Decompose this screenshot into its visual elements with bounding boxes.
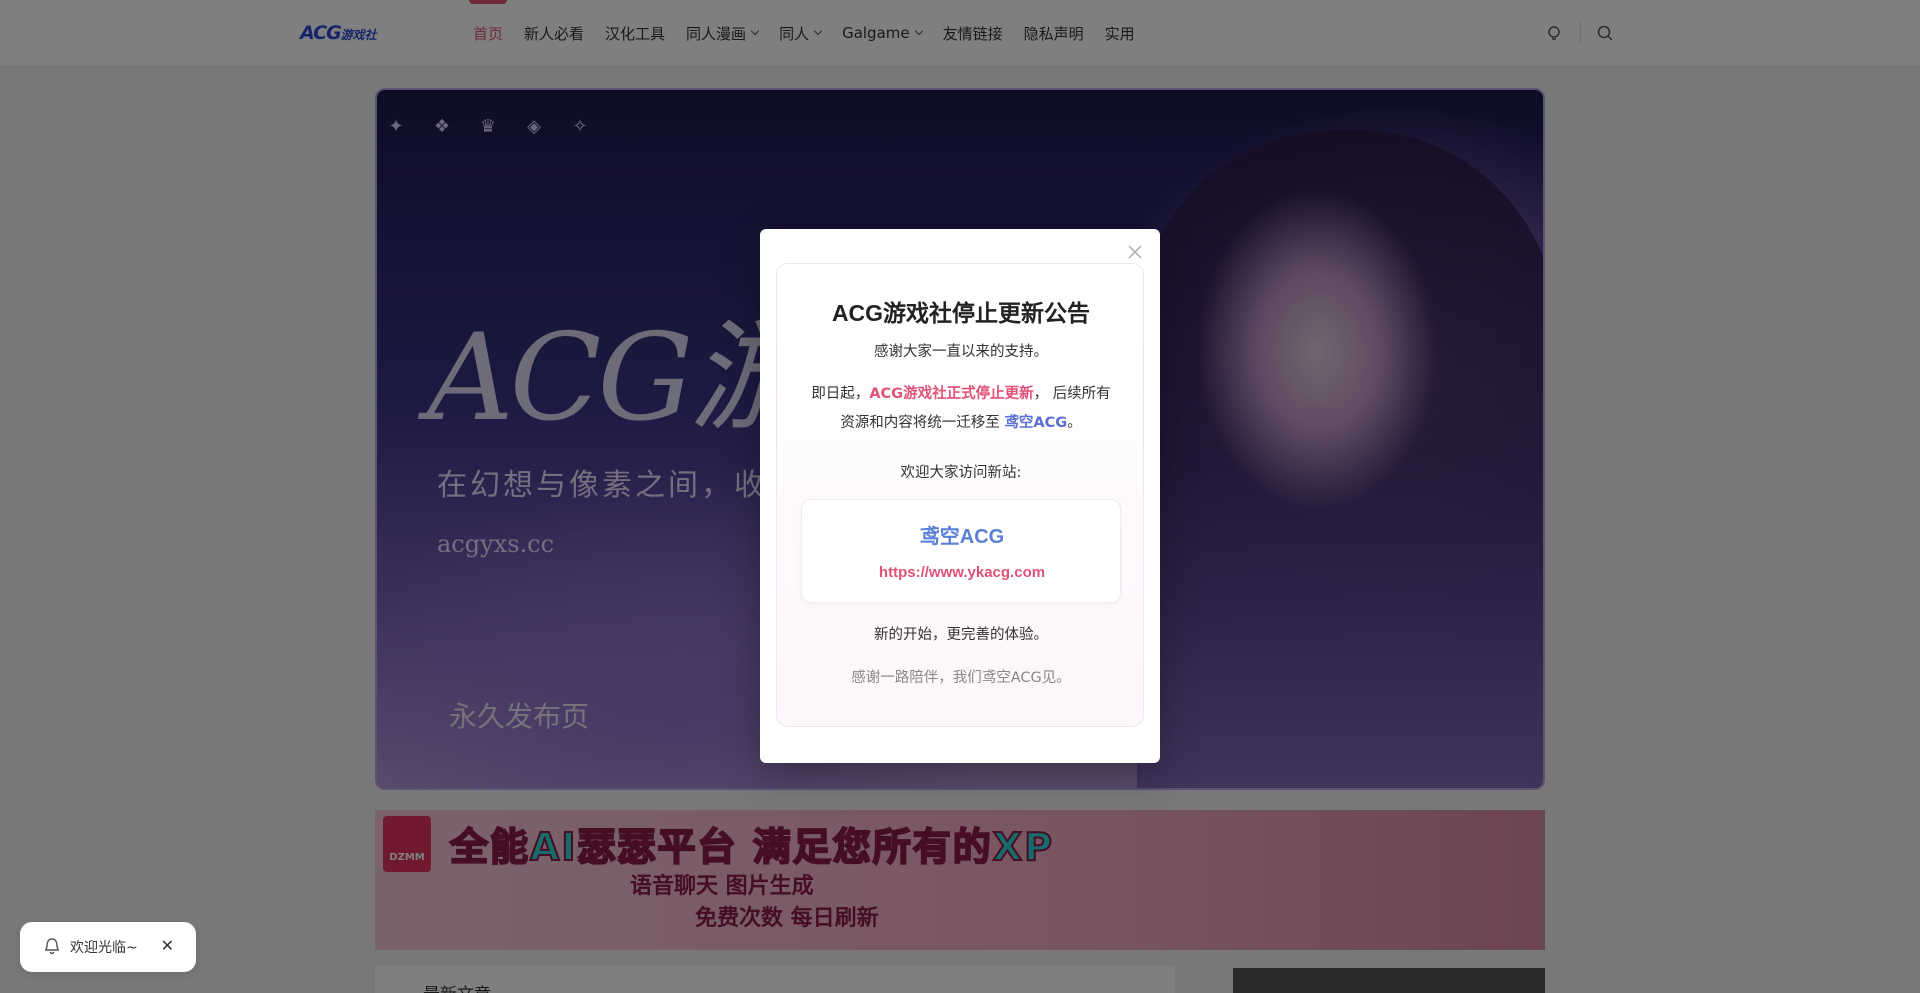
toast-close-button[interactable]: ✕ bbox=[161, 936, 174, 955]
bell-icon bbox=[45, 938, 59, 955]
new-start-text: 新的开始，更完善的体验。 bbox=[874, 627, 1048, 643]
new-site-url-link[interactable]: https://www.ykacg.com bbox=[802, 564, 1122, 581]
notice-line2-prefix: 资源和内容将统一迁移至 bbox=[840, 415, 1005, 431]
announcement-card: ACG游戏社停止更新公告 感谢大家一直以来的支持。 即日起，ACG游戏社正式停止… bbox=[776, 263, 1144, 727]
notice-line2-suffix: 。 bbox=[1067, 415, 1082, 431]
announcement-title: ACG游戏社停止更新公告 bbox=[831, 300, 1091, 326]
notice-suffix: ， 后续所有 bbox=[1033, 386, 1111, 402]
welcome-toast: 欢迎光临~ ✕ bbox=[20, 922, 196, 972]
notice-highlight: ACG游戏社正式停止更新 bbox=[869, 386, 1034, 402]
announcement-modal: ACG游戏社停止更新公告 感谢大家一直以来的支持。 即日起，ACG游戏社正式停止… bbox=[760, 229, 1160, 763]
farewell-text: 感谢一路陪伴，我们鸢空ACG见。 bbox=[851, 670, 1071, 686]
new-site-name[interactable]: 鸢空ACG bbox=[802, 520, 1122, 549]
new-site-link[interactable]: 鸢空ACG bbox=[1004, 415, 1067, 431]
notice-line-1: 即日起，ACG游戏社正式停止更新， 后续所有 bbox=[777, 380, 1145, 409]
close-icon[interactable] bbox=[1126, 243, 1144, 261]
toast-text: 欢迎光临~ bbox=[70, 940, 138, 956]
new-site-card[interactable]: 鸢空ACG https://www.ykacg.com bbox=[801, 499, 1121, 603]
thanks-text: 感谢大家一直以来的支持。 bbox=[874, 344, 1048, 360]
visit-text: 欢迎大家访问新站: bbox=[900, 465, 1022, 481]
notice-prefix: 即日起， bbox=[811, 386, 870, 402]
notice-line-2: 资源和内容将统一迁移至 鸢空ACG。 bbox=[777, 409, 1145, 438]
